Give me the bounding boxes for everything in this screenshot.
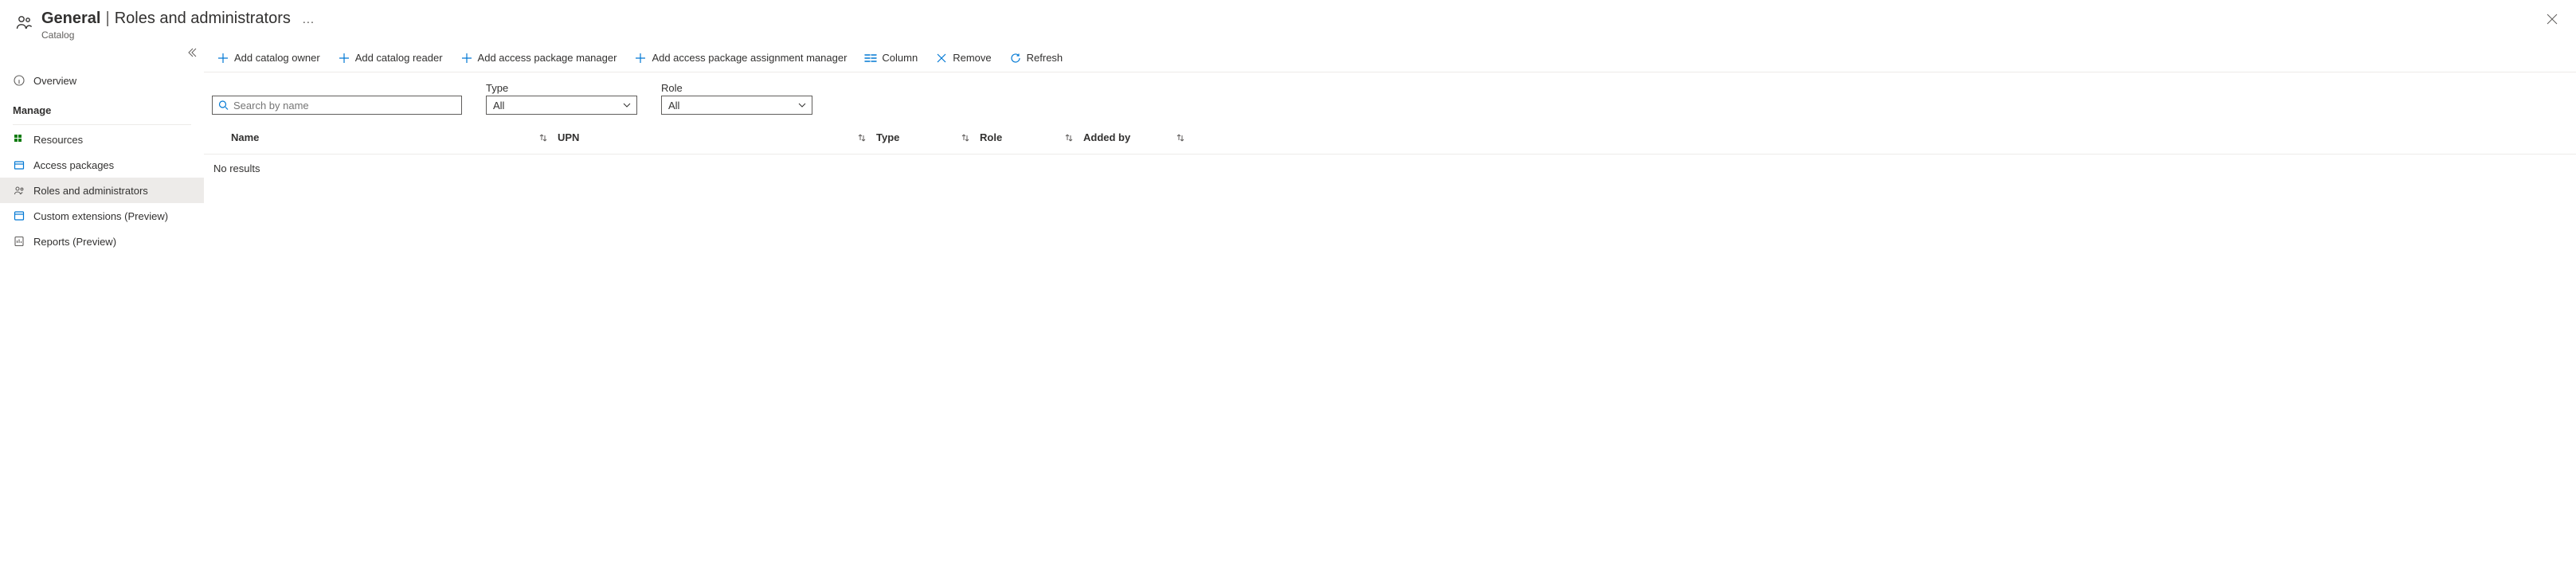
plus-icon [460, 52, 473, 65]
page-title-main: General [41, 10, 100, 28]
remove-button[interactable]: Remove [929, 46, 997, 70]
sidebar-item-reports[interactable]: Reports (Preview) [0, 229, 204, 254]
table-header: Name UPN Type Role Added by [204, 121, 2576, 155]
column-label: UPN [558, 131, 579, 143]
add-catalog-owner-button[interactable]: Add catalog owner [210, 46, 327, 70]
sort-icon [1176, 133, 1185, 143]
plus-icon [338, 52, 350, 65]
select-value: All [668, 100, 679, 112]
plus-icon [217, 52, 229, 65]
search-field [212, 96, 462, 115]
sort-icon [961, 133, 970, 143]
title-separator: | [105, 10, 109, 28]
role-filter: Role All [661, 82, 812, 115]
info-icon [13, 74, 25, 87]
sidebar-item-label: Custom extensions (Preview) [33, 210, 168, 222]
search-icon [218, 100, 229, 111]
sidebar-item-label: Reports (Preview) [33, 236, 116, 248]
page-title-sub: Roles and administrators [115, 10, 291, 28]
package-icon [13, 158, 25, 171]
refresh-button[interactable]: Refresh [1003, 46, 1070, 70]
column-label: Name [231, 131, 259, 143]
grid-icon [13, 133, 25, 146]
sidebar-separator [13, 124, 191, 125]
type-filter-select[interactable]: All [486, 96, 637, 115]
sidebar-item-label: Roles and administrators [33, 185, 148, 197]
add-access-package-assignment-manager-button[interactable]: Add access package assignment manager [628, 46, 853, 70]
button-label: Remove [953, 52, 991, 64]
button-label: Add catalog reader [355, 52, 443, 64]
breadcrumb: Catalog [41, 29, 315, 41]
sidebar-item-label: Access packages [33, 159, 114, 171]
close-icon [935, 52, 948, 65]
filter-bar: Type All Role All [204, 72, 2576, 121]
column-label: Added by [1083, 131, 1130, 143]
more-actions-button[interactable]: … [302, 13, 315, 27]
type-filter: Type All [486, 82, 637, 115]
sidebar-item-resources[interactable]: Resources [0, 127, 204, 152]
refresh-icon [1009, 52, 1022, 65]
role-filter-label: Role [661, 82, 812, 94]
people-icon [14, 13, 33, 32]
button-label: Add access package manager [478, 52, 617, 64]
columns-icon [864, 52, 877, 65]
sidebar-item-roles-administrators[interactable]: Roles and administrators [0, 178, 204, 203]
role-filter-select[interactable]: All [661, 96, 812, 115]
column-header-name[interactable]: Name [231, 131, 558, 143]
sidebar-item-label: Resources [33, 134, 83, 146]
button-label: Refresh [1027, 52, 1063, 64]
people-small-icon [13, 184, 25, 197]
type-filter-label: Type [486, 82, 637, 94]
add-catalog-reader-button[interactable]: Add catalog reader [331, 46, 449, 70]
add-access-package-manager-button[interactable]: Add access package manager [454, 46, 624, 70]
chevron-down-icon [797, 100, 807, 110]
sort-icon [1064, 133, 1074, 143]
table-body: No results [204, 155, 2576, 182]
column-header-upn[interactable]: UPN [558, 131, 876, 143]
column-header-type[interactable]: Type [876, 131, 980, 143]
sidebar-item-custom-extensions[interactable]: Custom extensions (Preview) [0, 203, 204, 229]
column-header-role[interactable]: Role [980, 131, 1083, 143]
column-label: Role [980, 131, 1002, 143]
empty-state-text: No results [213, 162, 260, 174]
sort-icon [538, 133, 548, 143]
button-label: Column [882, 52, 918, 64]
window-icon [13, 209, 25, 222]
main-content: Add catalog owner Add catalog reader Add… [204, 44, 2576, 582]
command-bar: Add catalog owner Add catalog reader Add… [204, 44, 2576, 72]
select-value: All [493, 100, 504, 112]
chevron-down-icon [622, 100, 632, 110]
sidebar-item-access-packages[interactable]: Access packages [0, 152, 204, 178]
column-button[interactable]: Column [858, 46, 924, 70]
page-header: General | Roles and administrators … Cat… [0, 0, 2576, 44]
sidebar-item-overview[interactable]: Overview [0, 68, 204, 93]
sort-icon [857, 133, 867, 143]
title-block: General | Roles and administrators … Cat… [41, 10, 315, 41]
collapse-sidebar-button[interactable] [186, 47, 198, 58]
button-label: Add access package assignment manager [652, 52, 847, 64]
close-button[interactable] [2543, 10, 2562, 29]
sidebar-section-manage: Manage [0, 93, 204, 121]
search-input[interactable] [212, 96, 462, 115]
report-icon [13, 235, 25, 248]
sidebar: Overview Manage Resources Access package… [0, 44, 204, 582]
column-header-added-by[interactable]: Added by [1083, 131, 1195, 143]
button-label: Add catalog owner [234, 52, 320, 64]
column-label: Type [876, 131, 899, 143]
sidebar-item-label: Overview [33, 75, 76, 87]
plus-icon [634, 52, 647, 65]
